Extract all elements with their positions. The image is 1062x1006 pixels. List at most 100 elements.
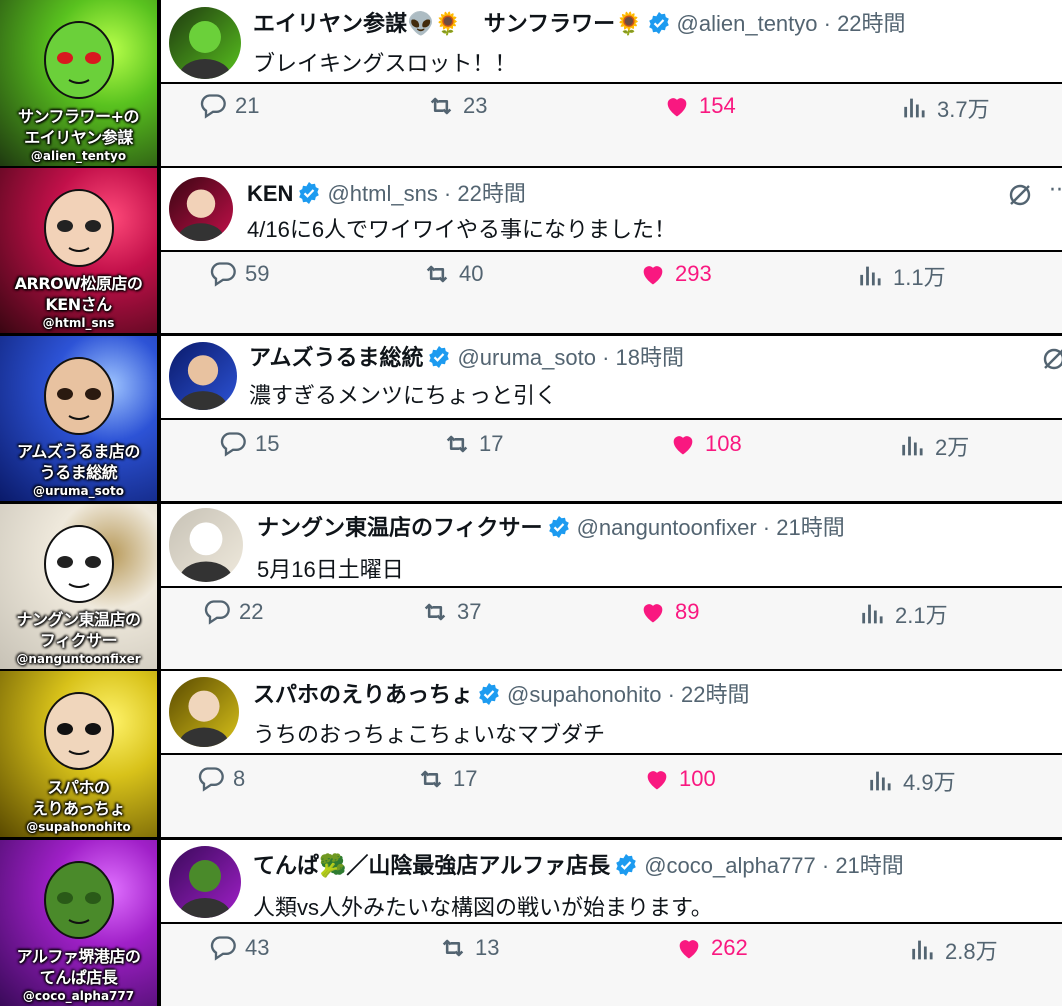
post-row: アルファ堺港店の てんぱ店長 @coco_alpha777 てんぱ🥦／山陰最強店アルフ… [0, 840, 1062, 1006]
repost-button[interactable]: 17 [443, 430, 503, 458]
views-icon [904, 98, 925, 118]
views-button[interactable]: 1.1万 [857, 260, 946, 292]
repost-button[interactable]: 23 [427, 92, 487, 120]
character-illustration [35, 854, 123, 942]
verified-badge-icon [297, 181, 321, 212]
tweet-header: てんぱ🥦／山陰最強店アルファ店長 @coco_alpha777 · 21時間 [253, 852, 904, 884]
tweet-body[interactable]: てんぱ🥦／山陰最強店アルファ店長 @coco_alpha777 · 21時間 人類v… [161, 840, 1062, 922]
tweet-body[interactable]: スパホのえりあっちょ @supahonohito · 22時間うちのおっちょこちょ… [161, 671, 1062, 753]
display-name[interactable]: アムズうるま総統 [249, 345, 423, 370]
tweet-body[interactable]: ナングン東温店のフィクサー @nanguntoonfixer · 21時間 5月16… [161, 504, 1062, 586]
reposts-count: 37 [457, 599, 482, 624]
character-illustration [35, 182, 123, 270]
display-name[interactable]: てんぱ🥦／山陰最強店アルファ店長 [253, 853, 610, 878]
reply-button[interactable]: 43 [209, 934, 269, 962]
reply-icon [198, 767, 224, 792]
reply-button[interactable]: 15 [219, 430, 279, 458]
post-row: スパホの えりあっちょ @supahonohito スパホのえりあっちょ @supaho… [0, 671, 1062, 837]
display-name[interactable]: ナングン東温店のフィクサー [257, 515, 543, 540]
more-options-icon[interactable]: ·· [1049, 178, 1062, 203]
tweet-header: ナングン東温店のフィクサー @nanguntoonfixer · 21時間 [257, 514, 845, 546]
action-bar: 8 17 100 4.9万 [161, 755, 1062, 837]
handle-and-time[interactable]: @alien_tentyo · 22時間 [677, 11, 906, 36]
like-button[interactable]: 89 [639, 598, 699, 626]
handle-and-time[interactable]: @uruma_soto · 18時間 [457, 345, 684, 370]
display-name[interactable]: KEN [247, 181, 293, 206]
handle-and-time[interactable]: @supahonohito · 22時間 [507, 682, 749, 707]
action-bar: 21 23 154 3.7万 [161, 84, 1062, 166]
likes-count: 154 [699, 93, 736, 118]
promo-line1: スパホの [47, 778, 110, 797]
promo-card: アムズうるま店の うるま総統 @uruma_soto [0, 336, 157, 501]
repost-button[interactable]: 17 [417, 765, 477, 793]
verified-badge-icon [547, 515, 571, 546]
avatar[interactable] [169, 342, 237, 410]
avatar[interactable] [169, 7, 241, 79]
tweet-body[interactable]: エイリヤン参謀👽🌻 サンフラワー🌻 @alien_tentyo · 22時間 ブレイ… [161, 0, 1062, 82]
character-illustration [35, 350, 123, 438]
promo-card: ARROW松原店の KENさん @html_sns [0, 168, 157, 333]
reply-icon [200, 94, 226, 119]
like-button[interactable]: 293 [639, 260, 712, 288]
handle-and-time[interactable]: @html_sns · 22時間 [327, 181, 525, 206]
views-button[interactable]: 3.7万 [901, 92, 990, 124]
repost-icon [420, 770, 442, 788]
reply-button[interactable]: 21 [199, 92, 259, 120]
grok-icon[interactable] [1041, 346, 1062, 378]
like-button[interactable]: 154 [663, 92, 736, 120]
replies-count: 8 [233, 766, 246, 791]
like-icon [667, 98, 687, 117]
repost-icon [426, 265, 448, 283]
display-name[interactable]: スパホのえりあっちょ [253, 682, 473, 707]
repost-icon [442, 939, 464, 957]
avatar[interactable] [169, 177, 233, 241]
avatar[interactable] [169, 846, 241, 918]
reposts-count: 13 [475, 935, 500, 960]
tweet-header: アムズうるま総統 @uruma_soto · 18時間 [249, 344, 684, 376]
reposts-count: 40 [459, 261, 484, 286]
reply-button[interactable]: 59 [209, 260, 269, 288]
views-button[interactable]: 2.1万 [859, 598, 948, 630]
views-button[interactable]: 4.9万 [867, 765, 956, 797]
handle-and-time[interactable]: @coco_alpha777 · 21時間 [644, 853, 904, 878]
tweet-body[interactable]: アムズうるま総統 @uruma_soto · 18時間 濃すぎるメンツにちょっと引く [161, 336, 1062, 418]
handle-and-time[interactable]: @nanguntoonfixer · 21時間 [577, 515, 845, 540]
reply-button[interactable]: 22 [203, 598, 263, 626]
reply-button[interactable]: 8 [197, 765, 245, 793]
views-button[interactable]: 2万 [899, 430, 969, 462]
likes-count: 100 [679, 766, 716, 791]
display-name[interactable]: エイリヤン参謀👽🌻 サンフラワー🌻 [253, 11, 643, 36]
promo-line1: サンフラワー+の [18, 107, 139, 126]
repost-button[interactable]: 13 [439, 934, 499, 962]
grok-icon[interactable] [1007, 182, 1033, 214]
avatar[interactable] [169, 677, 239, 747]
like-icon [679, 940, 699, 959]
repost-icon [430, 97, 452, 115]
repost-button[interactable]: 37 [421, 598, 481, 626]
promo-line2: KENさん [45, 295, 112, 314]
promo-handle: @supahonohito [26, 820, 131, 834]
views-button[interactable]: 2.8万 [909, 934, 998, 966]
views-count: 3.7万 [937, 97, 990, 122]
tweet-text: うちのおっちょこちょいなマブダチ [253, 722, 606, 747]
like-button[interactable]: 262 [675, 934, 748, 962]
promo-handle: @alien_tentyo [30, 149, 127, 163]
like-icon [647, 771, 667, 790]
like-button[interactable]: 100 [643, 765, 716, 793]
views-icon [862, 604, 883, 624]
reposts-count: 23 [463, 93, 488, 118]
avatar[interactable] [169, 508, 243, 582]
promo-label: アムズうるま店の うるま総統 @uruma_soto [0, 441, 157, 499]
promo-line2: エイリヤン参謀 [24, 128, 133, 147]
promo-line1: ナングン東温店の [16, 610, 141, 629]
action-bar: 15 17 108 2万 [161, 420, 1062, 501]
likes-count: 108 [705, 431, 742, 456]
character-illustration [35, 518, 123, 606]
like-button[interactable]: 108 [669, 430, 742, 458]
repost-button[interactable]: 40 [423, 260, 483, 288]
reply-icon [204, 600, 230, 625]
tweet-body[interactable]: KEN @html_sns · 22時間 4/16に6人でワイワイやる事になりました… [161, 168, 1062, 250]
tweet-header: エイリヤン参謀👽🌻 サンフラワー🌻 @alien_tentyo · 22時間 [253, 10, 906, 42]
replies-count: 43 [245, 935, 270, 960]
like-icon [643, 266, 663, 285]
